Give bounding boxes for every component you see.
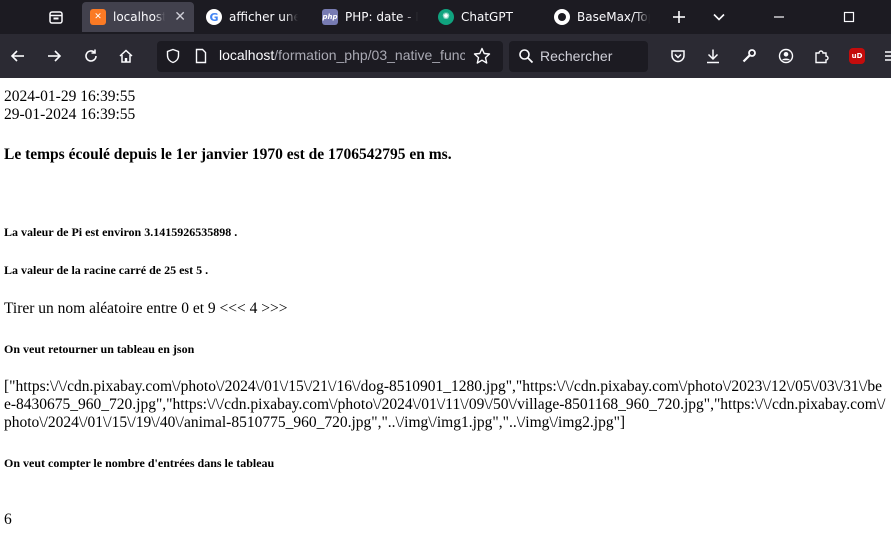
wrench-icon xyxy=(742,49,756,63)
github-icon xyxy=(554,9,570,25)
tab-localhost[interactable]: ✕ localhost/f ✕ xyxy=(82,2,194,32)
maximize-icon xyxy=(843,11,855,23)
shield-icon[interactable] xyxy=(165,48,181,64)
pi-value-heading: La valeur de Pi est environ 3.1415926535… xyxy=(4,225,238,239)
sqrt-value-heading: La valeur de la racine carré de 25 est 5… xyxy=(4,263,209,277)
ublock-origin-button[interactable]: uD xyxy=(843,42,871,70)
list-all-tabs-button[interactable] xyxy=(706,5,732,29)
developer-tools-button[interactable] xyxy=(735,42,763,70)
account-icon xyxy=(778,48,794,64)
count-value: 6 xyxy=(4,511,12,528)
date-iso-text: 2024-01-29 16:39:55 xyxy=(4,88,136,105)
address-bar[interactable]: localhost/formation_php/03_native_func xyxy=(157,41,503,72)
random-number-text: Tirer un nom aléatoire entre 0 et 9 <<< … xyxy=(4,300,288,317)
close-tab-icon[interactable]: ✕ xyxy=(174,9,186,25)
page-content: 2024-01-29 16:39:55 29-01-2024 16:39:55 … xyxy=(0,78,891,538)
tab-overview-icon xyxy=(49,11,63,24)
php-icon: php xyxy=(322,9,338,25)
tab-label: PHP: date - M xyxy=(345,10,418,24)
app-menu-button[interactable] xyxy=(877,42,891,70)
arrow-right-icon xyxy=(48,50,62,62)
date-fr-text: 29-01-2024 16:39:55 xyxy=(4,106,136,123)
account-button[interactable] xyxy=(772,42,800,70)
tab-strip: ✕ localhost/f ✕ G afficher une v php PHP… xyxy=(0,0,891,34)
page-info-icon[interactable] xyxy=(193,48,209,64)
tab-google[interactable]: G afficher une v xyxy=(198,2,306,32)
search-icon xyxy=(519,49,534,64)
pocket-button[interactable] xyxy=(664,42,692,70)
downloads-button[interactable] xyxy=(699,42,727,70)
ublock-origin-icon: uD xyxy=(849,48,865,64)
xampp-icon: ✕ xyxy=(90,9,106,25)
extensions-button[interactable] xyxy=(807,42,835,70)
new-tab-button[interactable] xyxy=(666,5,692,29)
plus-icon xyxy=(673,11,685,23)
tab-label: BaseMax/Top xyxy=(577,10,650,24)
tab-php-date[interactable]: php PHP: date - M xyxy=(314,2,426,32)
home-icon xyxy=(119,49,133,63)
forward-button[interactable] xyxy=(40,42,68,70)
pocket-icon xyxy=(671,50,685,63)
minimize-window-button[interactable] xyxy=(766,5,792,29)
back-button[interactable] xyxy=(4,42,32,70)
minimize-icon xyxy=(774,16,784,18)
search-bar[interactable]: Rechercher xyxy=(509,41,648,72)
puzzle-icon xyxy=(815,50,829,64)
google-icon: G xyxy=(206,9,222,25)
home-button[interactable] xyxy=(112,42,140,70)
hamburger-menu-icon xyxy=(885,51,891,61)
tab-label: ChatGPT xyxy=(461,10,513,24)
json-output: ["https:\/\/cdn.pixabay.com\/photo\/2024… xyxy=(4,378,886,431)
arrow-left-icon xyxy=(10,50,24,62)
url-host: localhost xyxy=(219,47,275,63)
tab-label: afficher une v xyxy=(229,10,298,24)
chevron-down-icon xyxy=(713,13,725,21)
url-path: /formation_php/03_native_func xyxy=(274,47,465,63)
elapsed-time-heading: Le temps écoulé depuis le 1er janvier 19… xyxy=(4,146,452,163)
tab-label: localhost/f xyxy=(113,10,166,24)
json-heading: On veut retourner un tableau en json xyxy=(4,342,195,356)
count-heading: On veut compter le nombre d'entrées dans… xyxy=(4,456,275,470)
bookmark-star-icon[interactable] xyxy=(473,47,491,65)
maximize-window-button[interactable] xyxy=(836,5,862,29)
reload-icon xyxy=(85,49,97,62)
tab-github[interactable]: BaseMax/Top xyxy=(546,2,658,32)
tab-overview-button[interactable] xyxy=(40,5,72,29)
search-placeholder: Rechercher xyxy=(540,48,613,64)
download-icon xyxy=(707,49,719,64)
chatgpt-icon: ✺ xyxy=(438,9,454,25)
reload-button[interactable] xyxy=(77,42,105,70)
url-text[interactable]: localhost/formation_php/03_native_func xyxy=(219,47,465,63)
tab-chatgpt[interactable]: ✺ ChatGPT xyxy=(430,2,542,32)
navigation-toolbar: localhost/formation_php/03_native_func R… xyxy=(0,34,891,78)
